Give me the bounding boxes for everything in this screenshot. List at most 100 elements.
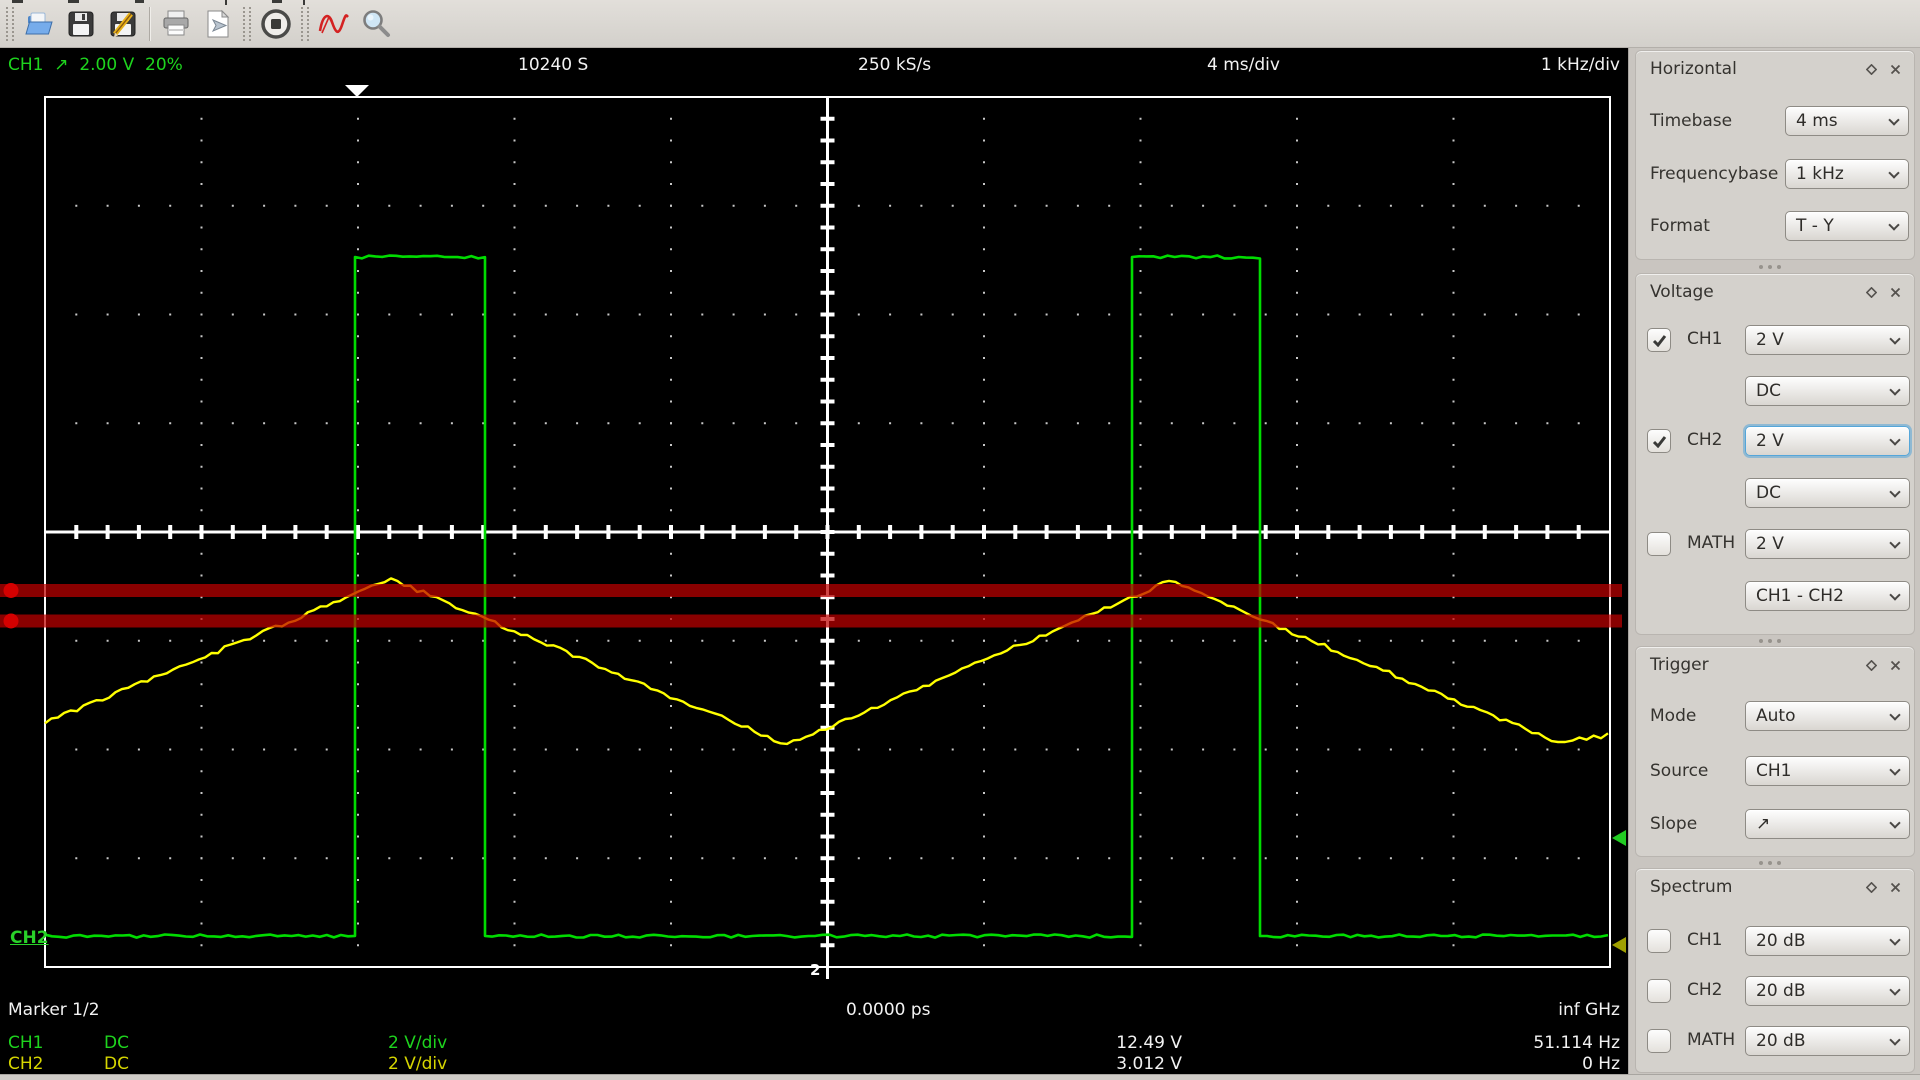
- oscilloscope-window: CH1 ↗ 2.00 V 20% 10240 S 250 kS/s 4 ms/d…: [0, 0, 1920, 1080]
- format-label: Format: [1650, 216, 1710, 236]
- save-as-button[interactable]: [102, 3, 144, 45]
- chevron-down-icon: [1889, 537, 1901, 549]
- dock-title: Horizontal: [1650, 59, 1737, 79]
- toolbar: [0, 0, 1920, 48]
- zoom-button[interactable]: [355, 3, 397, 45]
- math-voltage-checkbox[interactable]: [1647, 532, 1671, 556]
- ch1-name: CH1: [8, 1033, 44, 1053]
- float-dock-icon[interactable]: [1862, 656, 1880, 674]
- check-icon: [1652, 435, 1666, 448]
- check-icon: [1652, 334, 1666, 347]
- toolbar-handle[interactable]: [6, 6, 14, 41]
- menu-remnant: [135, 0, 144, 3]
- dock-title: Spectrum: [1650, 877, 1733, 897]
- close-dock-icon[interactable]: [1886, 283, 1904, 301]
- dock-separator[interactable]: [1759, 639, 1791, 643]
- marker2-label[interactable]: 2: [810, 961, 820, 979]
- marker-title: Marker 1/2: [8, 1000, 100, 1020]
- ch1-voltage-checkbox[interactable]: [1647, 328, 1671, 352]
- ch1-scale: 2 V/div: [388, 1033, 448, 1053]
- math-spectrum-checkbox[interactable]: [1647, 1029, 1671, 1053]
- chevron-down-icon: [1889, 384, 1901, 396]
- ch2-amplitude: 3.012 V: [1116, 1054, 1182, 1074]
- math-voltage-label: MATH: [1687, 533, 1736, 553]
- timebase-label: Timebase: [1650, 111, 1733, 131]
- float-dock-icon[interactable]: [1862, 878, 1880, 896]
- frequencybase-label: Frequencybase: [1650, 164, 1779, 184]
- ch2-frequency: 0 Hz: [1582, 1054, 1620, 1074]
- ch1-gain-select[interactable]: 2 V: [1745, 325, 1910, 355]
- toolbar-handle[interactable]: [301, 6, 309, 41]
- save-button[interactable]: [60, 3, 102, 45]
- export-page-arrow-icon: [207, 9, 230, 37]
- marker-bandwidth: inf GHz: [1558, 1000, 1620, 1020]
- math-magnitude-select[interactable]: 20 dB: [1745, 1026, 1910, 1056]
- ch2-offset-label[interactable]: CH2: [10, 928, 49, 948]
- chevron-down-icon: [1889, 817, 1901, 829]
- stop-button[interactable]: [255, 3, 297, 45]
- export-button[interactable]: [197, 3, 239, 45]
- chevron-down-icon: [1889, 486, 1901, 498]
- chevron-down-icon: [1889, 984, 1901, 996]
- float-dock-icon[interactable]: [1862, 283, 1880, 301]
- chevron-down-icon: [1889, 764, 1901, 776]
- trigger-slope-select[interactable]: ↗: [1745, 809, 1910, 839]
- print-button[interactable]: [155, 3, 197, 45]
- close-dock-icon[interactable]: [1886, 60, 1904, 78]
- ch1-spectrum-checkbox[interactable]: [1647, 929, 1671, 953]
- ch1-voltage-label: CH1: [1687, 329, 1723, 349]
- frequencybase-select[interactable]: 1 kHz: [1785, 159, 1909, 189]
- ch2-name: CH2: [8, 1054, 44, 1074]
- math-spectrum-label: MATH: [1687, 1030, 1736, 1050]
- close-dock-icon[interactable]: [1886, 878, 1904, 896]
- stop-record-icon: [261, 8, 291, 39]
- window-statusbar: [0, 1074, 1920, 1080]
- dock-separator[interactable]: [1759, 265, 1791, 269]
- timebase-select[interactable]: 4 ms: [1785, 106, 1909, 136]
- trigger-slope-label: Slope: [1650, 814, 1698, 834]
- math-gain-select[interactable]: 2 V: [1745, 529, 1910, 559]
- menu-remnant: [68, 0, 79, 3]
- ch1-magnitude-select[interactable]: 20 dB: [1745, 926, 1910, 956]
- trigger-mode-select[interactable]: Auto: [1745, 701, 1910, 731]
- ch2-coupling-select[interactable]: DC: [1745, 478, 1910, 508]
- ch2-scale: 2 V/div: [388, 1054, 448, 1074]
- toolbar-handle[interactable]: [243, 6, 251, 41]
- format-select[interactable]: T - Y: [1785, 211, 1909, 241]
- menu-remnant: [272, 0, 282, 3]
- toolbar-separator: [149, 6, 150, 41]
- printer-icon: [163, 10, 189, 35]
- math-mode-select[interactable]: CH1 - CH2: [1745, 581, 1910, 611]
- save-as-floppy-pencil-icon: [110, 11, 136, 37]
- ch2-gain-select[interactable]: 2 V: [1745, 426, 1910, 456]
- waveform-canvas[interactable]: [0, 48, 1628, 1074]
- open-button[interactable]: [18, 3, 60, 45]
- menu-remnant: [303, 0, 305, 5]
- ch2-voltage-checkbox[interactable]: [1647, 429, 1671, 453]
- chevron-down-icon: [1889, 333, 1901, 345]
- dock-separator[interactable]: [1759, 861, 1791, 865]
- open-folder-icon: [25, 12, 53, 34]
- scope-display: CH1 ↗ 2.00 V 20% 10240 S 250 kS/s 4 ms/d…: [0, 48, 1628, 1074]
- sine-wave-icon: [318, 13, 349, 33]
- close-dock-icon[interactable]: [1886, 656, 1904, 674]
- ch1-coupling-select[interactable]: DC: [1745, 376, 1910, 406]
- marker-time: 0.0000 ps: [846, 1000, 931, 1020]
- signal-generator-button[interactable]: [313, 3, 355, 45]
- ch1-frequency: 51.114 Hz: [1533, 1033, 1620, 1053]
- chevron-down-icon: [1889, 934, 1901, 946]
- chevron-down-icon: [1889, 589, 1901, 601]
- chevron-down-icon: [1889, 709, 1901, 721]
- ch2-coupling: DC: [104, 1054, 129, 1074]
- ch2-spectrum-checkbox[interactable]: [1647, 979, 1671, 1003]
- settings-panel: Horizontal Timebase 4 ms Frequencybase 1…: [1628, 48, 1920, 1074]
- magnifier-icon: [363, 9, 390, 37]
- trigger-source-select[interactable]: CH1: [1745, 756, 1910, 786]
- dock-horizontal: Horizontal Timebase 4 ms Frequencybase 1…: [1635, 50, 1915, 260]
- chevron-down-icon: [1888, 114, 1900, 126]
- chevron-down-icon: [1888, 167, 1900, 179]
- ch2-magnitude-select[interactable]: 20 dB: [1745, 976, 1910, 1006]
- float-dock-icon[interactable]: [1862, 60, 1880, 78]
- dock-title: Voltage: [1650, 282, 1714, 302]
- trigger-source-label: Source: [1650, 761, 1709, 781]
